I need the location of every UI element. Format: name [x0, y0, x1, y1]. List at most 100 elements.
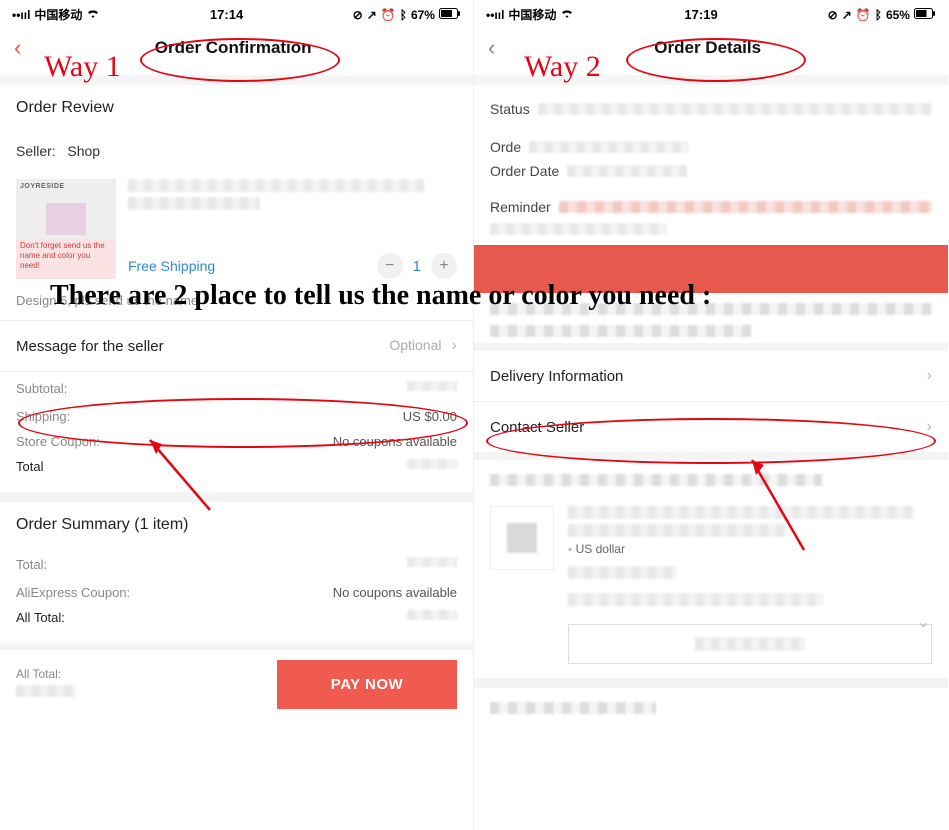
alarm-icon: ⏰ [381, 8, 396, 22]
redacted-line [407, 610, 457, 620]
status-bar: ••ııl 中国移动 17:19 ⊘ ↗ ⏰ ᛒ 65% [474, 0, 948, 25]
item-thumbnail [490, 506, 554, 570]
quantity-stepper[interactable]: − 1 + [377, 253, 457, 279]
qty-plus-button[interactable]: + [431, 253, 457, 279]
thumb-warning: Don't forget send us the name and color … [16, 239, 116, 279]
seller-name: Shop [67, 143, 100, 159]
store-coupon-value[interactable]: No coupons available [333, 434, 457, 449]
annotation-way1: Way 1 [44, 50, 121, 84]
redacted-line [559, 201, 932, 213]
location-icon: ↗ [367, 8, 377, 22]
order-summary-section: Order Summary (1 item) [0, 502, 473, 548]
total-label: Total [16, 459, 43, 477]
message-seller-hint: Optional [389, 337, 441, 353]
redacted-line [490, 303, 932, 315]
redacted-line [538, 103, 932, 115]
orientation-lock-icon: ⊘ [353, 8, 363, 22]
wifi-icon [560, 8, 574, 22]
redacted-line [407, 459, 457, 469]
message-seller-row[interactable]: Message for the seller Optional › [0, 321, 473, 371]
seller-label: Seller: [16, 143, 56, 159]
currency-note: ▪ US dollar [568, 542, 932, 556]
ali-coupon-value[interactable]: No coupons available [333, 585, 457, 600]
alert-banner [474, 245, 948, 293]
pay-now-button[interactable]: PAY NOW [277, 660, 457, 709]
chevron-right-icon: › [452, 337, 457, 354]
free-shipping-label: Free Shipping [128, 258, 215, 274]
thumb-image [46, 203, 86, 235]
all-total-label: All Total: [16, 610, 65, 628]
redacted-line [695, 637, 805, 651]
delivery-info-row[interactable]: Delivery Information › [474, 351, 948, 401]
redacted-line [568, 566, 677, 579]
orientation-lock-icon: ⊘ [828, 8, 838, 22]
product-row[interactable]: JOYRESIDE Don't forget send us the name … [0, 171, 473, 287]
seller-row: Seller: Shop [0, 131, 473, 171]
battery-icon [439, 8, 461, 22]
order-id-label: Orde [490, 139, 521, 155]
ali-coupon-label: AliExpress Coupon: [16, 585, 130, 600]
redacted-line [407, 557, 457, 567]
redacted-line [16, 685, 76, 697]
order-item-card[interactable]: ▪ US dollar ⌄ [474, 492, 948, 678]
wifi-icon [86, 8, 100, 22]
redacted-line [128, 197, 260, 210]
redacted-line [490, 325, 751, 337]
order-date-label: Order Date [490, 163, 559, 179]
location-icon: ↗ [842, 8, 852, 22]
bluetooth-icon: ᛒ [400, 8, 407, 22]
shipping-label: Shipping: [16, 409, 70, 424]
order-review-section: Order Review [0, 85, 473, 131]
order-summary-title: Order Summary (1 item) [16, 516, 457, 534]
reminder-label: Reminder [490, 199, 551, 215]
screen-order-confirmation: ••ııl 中国移动 17:14 ⊘ ↗ ⏰ ᛒ 67% ‹ Order Con… [0, 0, 474, 830]
paybar-all-total-label: All Total: [16, 667, 263, 681]
redacted-line [568, 506, 914, 519]
action-box[interactable] [568, 624, 932, 664]
pay-bar: All Total: PAY NOW [0, 649, 473, 719]
status-bar: ••ııl 中国移动 17:14 ⊘ ↗ ⏰ ᛒ 67% [0, 0, 473, 25]
redacted-line [568, 524, 786, 537]
clock: 17:19 [684, 7, 717, 22]
qty-minus-button[interactable]: − [377, 253, 403, 279]
clock: 17:14 [210, 7, 243, 22]
carrier-label: 中国移动 [34, 6, 82, 23]
battery-pct: 67% [411, 8, 435, 22]
battery-pct: 65% [886, 8, 910, 22]
redacted-line [407, 381, 457, 391]
message-seller-label: Message for the seller [16, 338, 164, 355]
product-thumbnail[interactable]: JOYRESIDE Don't forget send us the name … [16, 179, 116, 279]
signal-icon: ••ııl [12, 8, 30, 22]
alarm-icon: ⏰ [856, 8, 871, 22]
contact-seller-label: Contact Seller [490, 419, 584, 436]
delivery-info-label: Delivery Information [490, 368, 623, 385]
shipping-value: US $0.00 [403, 409, 457, 424]
redacted-line [490, 223, 667, 235]
redacted-line [567, 165, 687, 177]
order-review-title: Order Review [16, 99, 457, 117]
annotation-way2: Way 2 [524, 50, 601, 84]
battery-icon [914, 8, 936, 22]
redacted-line [128, 179, 424, 192]
summary-total-label: Total: [16, 557, 47, 575]
redacted-line [529, 141, 689, 153]
chevron-right-icon: › [927, 367, 932, 385]
subtotal-label: Subtotal: [16, 381, 67, 399]
screen-order-details: ••ııl 中国移动 17:19 ⊘ ↗ ⏰ ᛒ 65% ‹ Order Det… [474, 0, 948, 830]
signal-icon: ••ııl [486, 8, 504, 22]
price-breakdown: Subtotal: Shipping: US $0.00 Store Coupon… [0, 372, 473, 492]
thumb-brand: JOYRESIDE [20, 183, 65, 190]
variant-note: Design 6, pls send us the name [0, 287, 473, 320]
redacted-line [490, 474, 822, 486]
store-coupon-label: Store Coupon: [16, 434, 100, 449]
bluetooth-icon: ᛒ [875, 8, 882, 22]
carrier-label: 中国移动 [508, 6, 556, 23]
qty-value: 1 [413, 258, 421, 275]
status-label: Status [490, 101, 530, 117]
redacted-line [490, 702, 656, 714]
contact-seller-row[interactable]: Contact Seller › [474, 402, 948, 452]
order-meta: Status Orde Order Date Reminder [474, 85, 948, 235]
chevron-right-icon: › [927, 418, 932, 436]
redacted-line [568, 593, 823, 606]
chevron-down-icon[interactable]: ⌄ [917, 612, 930, 632]
